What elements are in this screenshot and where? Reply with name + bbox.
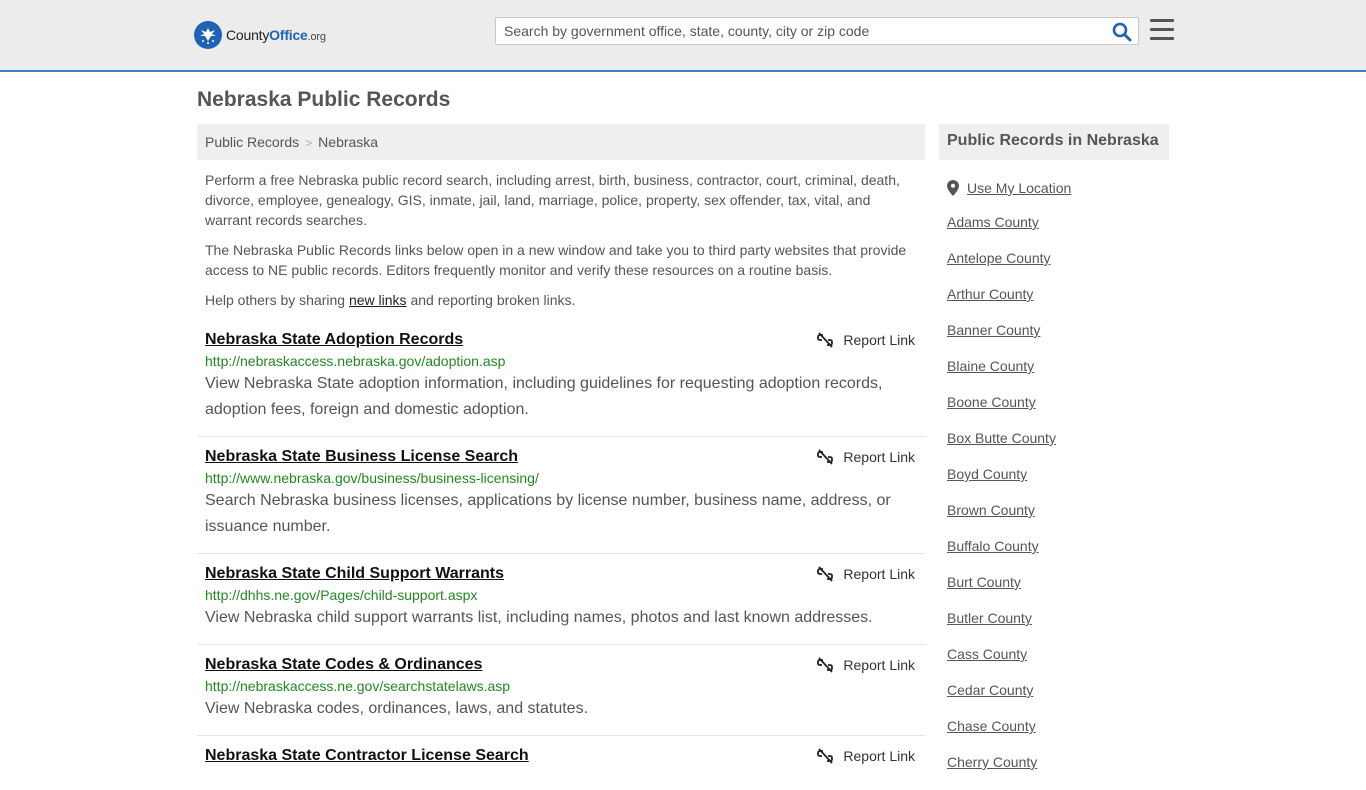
record-item: Nebraska State Contractor License Search…	[197, 744, 925, 784]
breadcrumb: Public Records > Nebraska	[197, 124, 925, 160]
record-title-link[interactable]: Nebraska State Contractor License Search	[205, 747, 529, 765]
county-link[interactable]: Antelope County	[947, 250, 1051, 266]
county-link[interactable]: Box Butte County	[947, 430, 1056, 446]
sidebar: Public Records in Nebraska Use My Locati…	[939, 124, 1169, 790]
intro-paragraph-3: Help others by sharing new links and rep…	[205, 292, 576, 308]
report-link-button[interactable]: Report Link	[817, 332, 915, 348]
breadcrumb-nebraska[interactable]: Nebraska	[318, 134, 378, 150]
intro-paragraph-1: Perform a free Nebraska public record se…	[205, 172, 900, 228]
record-description: Search Nebraska business licenses, appli…	[205, 492, 891, 535]
report-link-button[interactable]: Report Link	[817, 748, 915, 764]
record-item: Nebraska State Business License Search R…	[197, 445, 925, 554]
county-link[interactable]: Brown County	[947, 502, 1035, 518]
broken-link-icon	[817, 657, 834, 673]
search-icon[interactable]	[1112, 22, 1132, 42]
report-link-button[interactable]: Report Link	[817, 449, 915, 465]
search-input[interactable]	[496, 18, 1096, 44]
breadcrumb-separator: >	[305, 136, 313, 150]
menu-icon[interactable]	[1150, 19, 1174, 41]
county-link[interactable]: Banner County	[947, 322, 1040, 338]
top-header: CountyOffice.org	[0, 0, 1366, 72]
record-description: View Nebraska child support warrants lis…	[205, 609, 873, 626]
map-pin-icon	[947, 180, 959, 196]
county-link[interactable]: Cedar County	[947, 682, 1033, 698]
search-bar	[495, 17, 1139, 45]
county-link[interactable]: Boone County	[947, 394, 1036, 410]
site-logo[interactable]: CountyOffice.org	[194, 21, 326, 49]
report-link-button[interactable]: Report Link	[817, 566, 915, 582]
page-title: Nebraska Public Records	[197, 88, 451, 111]
broken-link-icon	[817, 748, 834, 764]
record-url: http://nebraskaccess.nebraska.gov/adopti…	[205, 353, 506, 369]
record-url: http://www.nebraska.gov/business/busines…	[205, 470, 539, 486]
county-link[interactable]: Arthur County	[947, 286, 1033, 302]
county-link[interactable]: Chase County	[947, 718, 1036, 734]
record-list: Nebraska State Adoption Records Report L…	[197, 328, 925, 784]
record-title-link[interactable]: Nebraska State Codes & Ordinances	[205, 656, 482, 674]
county-link[interactable]: Buffalo County	[947, 538, 1039, 554]
record-url: http://nebraskaccess.ne.gov/searchstatel…	[205, 678, 511, 694]
county-link[interactable]: Cass County	[947, 646, 1027, 662]
record-item: Nebraska State Codes & Ordinances Report…	[197, 653, 925, 736]
broken-link-icon	[817, 332, 834, 348]
record-description: View Nebraska codes, ordinances, laws, a…	[205, 700, 589, 717]
broken-link-icon	[817, 566, 834, 582]
county-link[interactable]: Boyd County	[947, 466, 1027, 482]
logo-text: CountyOffice.org	[226, 27, 326, 43]
county-link[interactable]: Blaine County	[947, 358, 1034, 374]
report-link-button[interactable]: Report Link	[817, 657, 915, 673]
record-title-link[interactable]: Nebraska State Adoption Records	[205, 331, 463, 349]
sidebar-heading: Public Records in Nebraska	[939, 124, 1169, 160]
intro-text: Perform a free Nebraska public record se…	[205, 170, 920, 320]
county-link[interactable]: Butler County	[947, 610, 1032, 626]
record-item: Nebraska State Adoption Records Report L…	[197, 328, 925, 437]
record-url: http://dhhs.ne.gov/Pages/child-support.a…	[205, 587, 478, 603]
county-list: Use My Location Adams County Antelope Co…	[939, 178, 1169, 774]
new-links-link[interactable]: new links	[349, 292, 407, 308]
breadcrumb-public-records[interactable]: Public Records	[205, 134, 299, 150]
use-my-location-link[interactable]: Use My Location	[967, 180, 1071, 196]
intro-paragraph-2: The Nebraska Public Records links below …	[205, 242, 907, 278]
eagle-seal-icon	[194, 21, 222, 49]
use-location-row: Use My Location	[947, 178, 1169, 198]
record-title-link[interactable]: Nebraska State Business License Search	[205, 448, 518, 466]
county-link[interactable]: Burt County	[947, 574, 1021, 590]
record-description: View Nebraska State adoption information…	[205, 375, 883, 418]
broken-link-icon	[817, 449, 834, 465]
record-title-link[interactable]: Nebraska State Child Support Warrants	[205, 565, 504, 583]
record-item: Nebraska State Child Support Warrants Re…	[197, 562, 925, 645]
county-link[interactable]: Adams County	[947, 214, 1039, 230]
